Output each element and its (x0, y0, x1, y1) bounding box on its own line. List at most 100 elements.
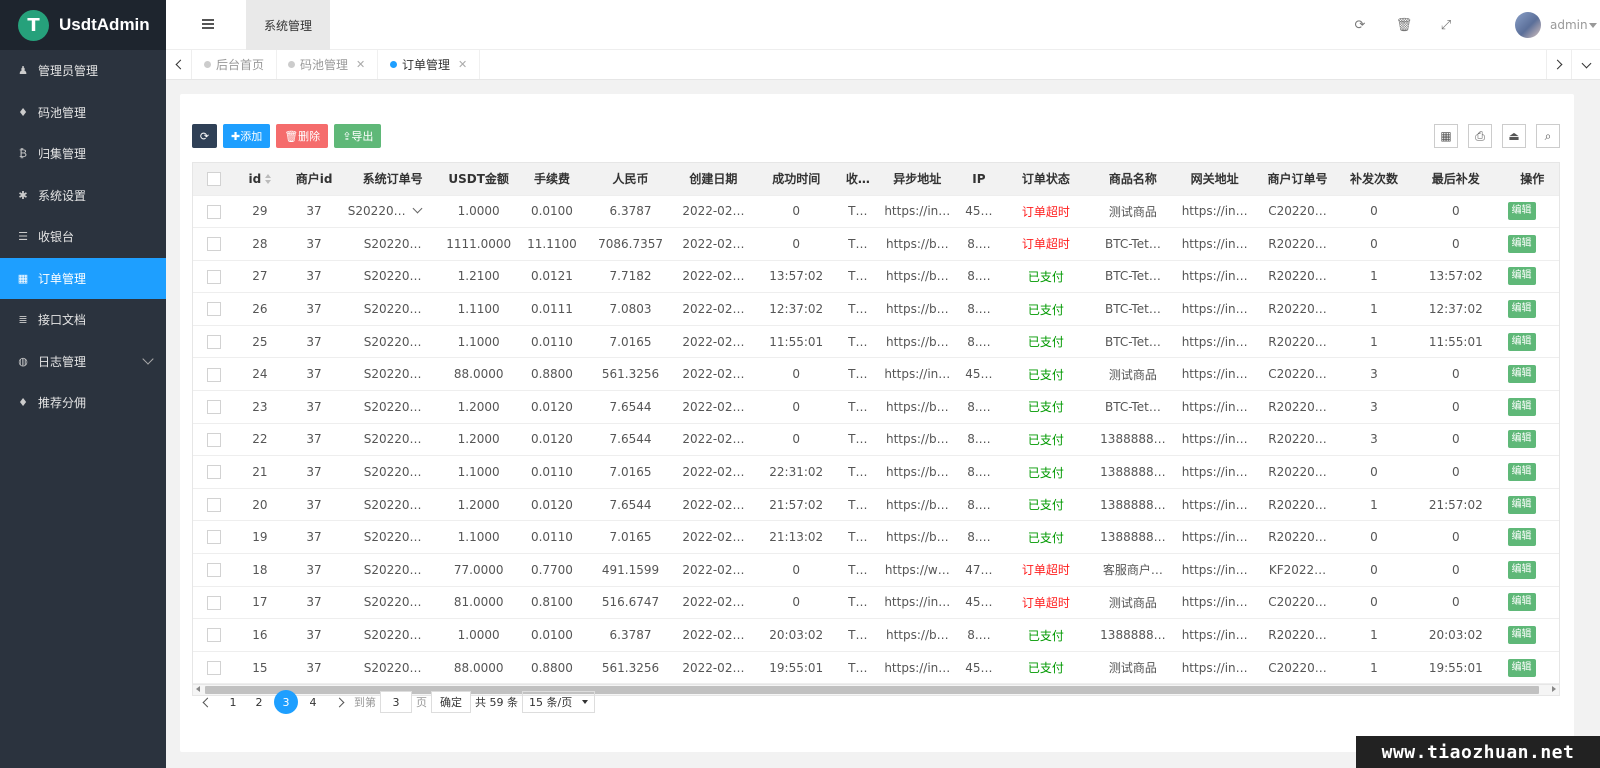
column-header: 商户id (284, 163, 344, 196)
close-icon[interactable]: ✕ (356, 58, 365, 71)
sidebar-item-7[interactable]: ◍ 日志管理 (0, 341, 166, 383)
row-checkbox[interactable] (207, 530, 222, 545)
cell-value: 37 (306, 595, 322, 610)
row-checkbox[interactable] (207, 628, 222, 643)
sidebar-item-1[interactable]: ♦ 码池管理 (0, 92, 166, 134)
export-icon[interactable]: ⏏ (1502, 124, 1526, 148)
edit-button[interactable]: 编辑 (1507, 267, 1536, 286)
columns-filter-icon[interactable]: ▦ (1434, 124, 1458, 148)
table-cell: 12:37:02 (1407, 292, 1504, 326)
cell-value: 8.… (967, 497, 991, 512)
goto-page-input[interactable] (380, 691, 412, 713)
goto-confirm-button[interactable]: 确定 (431, 691, 471, 713)
page-button-4[interactable]: 4 (302, 691, 324, 713)
sidebar-item-4[interactable]: ☰ 收银台 (0, 216, 166, 258)
row-checkbox[interactable] (207, 302, 222, 317)
table-cell: 47… (957, 553, 1001, 587)
row-checkbox[interactable] (207, 497, 222, 512)
delete-button[interactable]: 🗑删除 (276, 124, 329, 148)
table-cell: T… (838, 455, 877, 489)
sort-icon[interactable] (265, 174, 272, 185)
close-icon[interactable]: ✕ (458, 58, 467, 71)
row-checkbox[interactable] (207, 204, 222, 219)
table-cell: 8.… (957, 325, 1001, 359)
row-checkbox[interactable] (207, 595, 222, 610)
table-cell: 2022-02… (673, 292, 754, 326)
menu-toggle-icon[interactable] (202, 19, 214, 29)
refresh-icon[interactable]: ⟳ (1352, 17, 1368, 33)
row-checkbox[interactable] (207, 465, 222, 480)
add-button[interactable]: ✚添加 (223, 124, 271, 148)
edit-button[interactable]: 编辑 (1507, 365, 1536, 384)
avatar[interactable] (1515, 12, 1541, 38)
next-page-button[interactable] (328, 691, 350, 713)
scroll-right-icon[interactable] (1552, 686, 1556, 692)
page-tab-0[interactable]: 后台首页 (192, 50, 278, 79)
column-header[interactable]: id (235, 163, 285, 196)
edit-button[interactable]: 编辑 (1507, 528, 1536, 547)
search-icon[interactable]: ⌕ (1536, 124, 1560, 148)
sidebar-item-2[interactable]: ₿ 归集管理 (0, 133, 166, 175)
table-cell: 37 (284, 618, 344, 652)
print-icon[interactable]: ⎙ (1468, 124, 1492, 148)
edit-button[interactable]: 编辑 (1507, 202, 1536, 221)
table-cell: 37 (284, 325, 344, 359)
chevron-down-icon[interactable] (412, 203, 423, 214)
edit-button[interactable]: 编辑 (1507, 560, 1536, 579)
table-cell: S20220… (343, 390, 442, 424)
edit-button[interactable]: 编辑 (1507, 397, 1536, 416)
row-checkbox[interactable] (207, 432, 222, 447)
export-button[interactable]: ⇪导出 (334, 124, 382, 148)
edit-button[interactable]: 编辑 (1507, 300, 1536, 319)
page-button-3[interactable]: 3 (274, 690, 298, 714)
caret-down-icon[interactable] (1589, 23, 1597, 28)
sidebar-item-8[interactable]: ♦ 推荐分佣 (0, 382, 166, 424)
edit-button[interactable]: 编辑 (1507, 430, 1536, 449)
page-button-2[interactable]: 2 (248, 691, 270, 713)
page-tab-1[interactable]: 码池管理 ✕ (276, 50, 379, 79)
sidebar-item-0[interactable]: ♟ 管理员管理 (0, 50, 166, 92)
edit-button[interactable]: 编辑 (1507, 626, 1536, 645)
cell-value: 37 (306, 334, 322, 349)
table-cell: 0 (753, 390, 839, 424)
cell-value: KF2022… (1268, 562, 1327, 577)
cell-value: 0 (792, 204, 801, 219)
table-cell: 7086.7357 (588, 227, 674, 261)
row-checkbox[interactable] (207, 334, 222, 349)
edit-button[interactable]: 编辑 (1507, 332, 1536, 351)
select-all-checkbox[interactable] (207, 172, 222, 186)
edit-button[interactable]: 编辑 (1507, 658, 1536, 677)
table-cell: 已支付 (1000, 292, 1092, 326)
tabs-next-button[interactable] (1546, 50, 1572, 79)
table-cell: 8.… (957, 423, 1001, 457)
column-header-label: 成功时间 (772, 172, 821, 187)
trash-icon[interactable]: 🗑 (1396, 17, 1413, 33)
sidebar-item-6[interactable]: ≣ 接口文档 (0, 299, 166, 341)
row-checkbox[interactable] (207, 400, 222, 415)
user-name[interactable]: admin (1550, 18, 1588, 32)
edit-button[interactable]: 编辑 (1507, 495, 1536, 514)
refresh-button[interactable]: ⟳ (192, 124, 217, 148)
edit-button[interactable]: 编辑 (1507, 463, 1536, 482)
fullscreen-icon[interactable]: ⤢ (1438, 17, 1454, 33)
page-tab-2[interactable]: 订单管理 ✕ (378, 50, 481, 79)
row-checkbox[interactable] (207, 269, 222, 284)
page-button-1[interactable]: 1 (222, 691, 244, 713)
system-tab[interactable]: 系统管理 (246, 0, 330, 50)
logo[interactable]: T UsdtAdmin (0, 0, 166, 50)
list-icon: ☰ (18, 230, 28, 244)
page-size-select[interactable]: 15 条/页 (522, 691, 596, 713)
row-checkbox[interactable] (207, 563, 222, 578)
edit-button[interactable]: 编辑 (1507, 234, 1536, 253)
row-checkbox[interactable] (207, 660, 222, 675)
edit-button[interactable]: 编辑 (1507, 593, 1536, 612)
sidebar-item-3[interactable]: ✱ 系统设置 (0, 175, 166, 217)
row-checkbox[interactable] (207, 367, 222, 382)
sidebar-item-5[interactable]: ▦ 订单管理 (0, 257, 166, 299)
prev-page-button[interactable] (196, 691, 218, 713)
row-checkbox[interactable] (207, 237, 222, 252)
cell-value: 0.0110 (530, 530, 573, 545)
cell-value: 已支付 (1027, 302, 1064, 317)
tabs-prev-button[interactable] (166, 50, 192, 79)
tabs-menu-button[interactable] (1573, 50, 1599, 79)
